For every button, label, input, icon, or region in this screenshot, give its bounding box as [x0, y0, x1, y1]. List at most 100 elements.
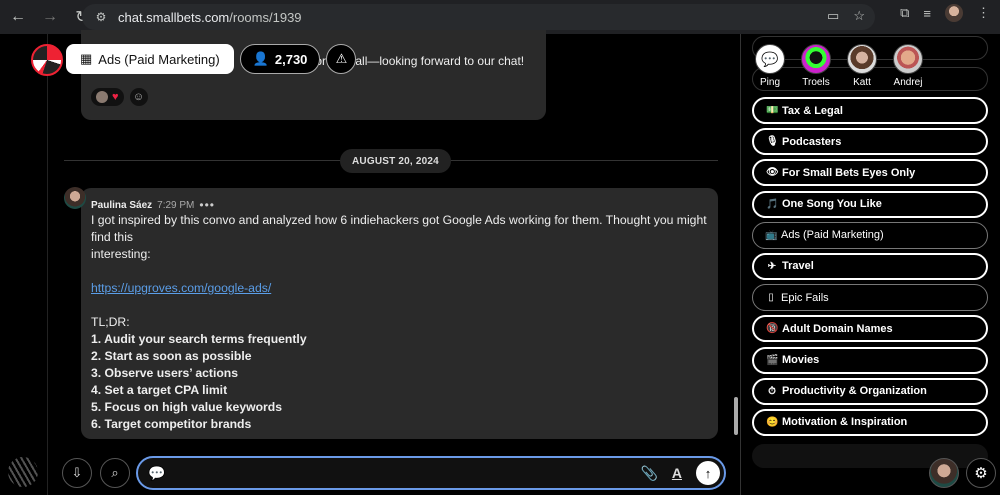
tldr-item: 3. Observe users’ actions	[91, 366, 239, 380]
tldr-item: 5. Focus on high value keywords	[91, 400, 282, 414]
heart-reaction[interactable]: ♥	[91, 88, 124, 106]
message-body: I got inspired by this convo and analyze…	[91, 212, 711, 433]
sidebar-item-eyes-only[interactable]: 👁 For Small Bets Eyes Only	[752, 159, 988, 187]
avatar	[801, 44, 831, 74]
add-reaction-icon[interactable]: ☺	[129, 88, 148, 106]
room-label: For Small Bets Eyes Only	[782, 166, 916, 179]
sidebar-item-tax-legal[interactable]: 💵 Tax & Legal	[752, 97, 988, 124]
room-label: Ads (Paid Marketing)	[781, 229, 884, 242]
ping-icon: 💬	[755, 44, 785, 74]
avatar	[847, 44, 877, 74]
room-name-pill[interactable]: ▦ Ads (Paid Marketing)	[66, 44, 234, 74]
install-app-icon[interactable]: ▭	[827, 8, 839, 24]
room-label: Adult Domain Names	[782, 322, 893, 335]
sidebar-item-adult-domains[interactable]: 🔞 Adult Domain Names	[752, 315, 988, 343]
chat-main: nk for the call—looking forward to our c…	[31, 30, 740, 495]
member-count-pill[interactable]: 👤 2,730	[239, 44, 321, 74]
sidebar-item-productivity[interactable]: ⏱ Productivity & Organization	[752, 377, 988, 405]
person-name: Andrej	[893, 77, 923, 88]
sidebar-item-podcasters[interactable]: 🎙 Podcasters	[752, 128, 988, 156]
money-icon: 💵	[766, 105, 779, 116]
smile-icon: 😊	[766, 416, 779, 428]
media-controls-icon[interactable]: ≡	[923, 6, 931, 21]
people-bar: 💬 Ping Troels Katt Andrej	[754, 44, 924, 88]
sidebar-item-ads[interactable]: 📺 Ads (Paid Marketing)	[752, 221, 988, 249]
sidebar-item-travel[interactable]: ✈ Travel	[752, 252, 988, 280]
message-line: TL;DR:	[91, 315, 130, 329]
room-name: Ads (Paid Marketing)	[98, 51, 220, 67]
search-button[interactable]: ⌕	[100, 458, 130, 488]
placeholder-glyph-icon: ▯	[768, 292, 774, 304]
music-icon: 🎵	[766, 198, 779, 210]
airplane-icon: ✈	[767, 260, 777, 272]
date-separator: AUGUST 20, 2024	[340, 149, 451, 173]
my-profile-avatar[interactable]	[929, 458, 959, 488]
message-input[interactable]	[173, 465, 641, 481]
sidebar-item-one-song[interactable]: 🎵 One Song You Like	[752, 190, 988, 218]
person-ping[interactable]: 💬 Ping	[754, 44, 786, 88]
forward-icon[interactable]: →	[36, 3, 64, 31]
message-link[interactable]: https://upgroves.com/google-ads/	[91, 281, 271, 295]
extensions-icon[interactable]: ⧉	[900, 5, 909, 21]
inbox-button[interactable]: ⇩	[62, 458, 92, 488]
message-card: Paulina Sáez 7:29 PM ••• I got inspired …	[64, 187, 718, 439]
message-line: I got inspired by this convo and analyze…	[91, 213, 707, 244]
no-under-18-icon: 🔞	[766, 323, 779, 335]
person-katt[interactable]: Katt	[846, 44, 878, 88]
member-count: 2,730	[274, 51, 308, 67]
url-text[interactable]: chat.smallbets.com/rooms/1939	[118, 10, 302, 25]
browser-toolbar: ← → ↻ ⚙ chat.smallbets.com/rooms/1939 ▭ …	[0, 0, 1000, 34]
reactor-avatar	[96, 91, 108, 103]
author-avatar[interactable]	[64, 187, 86, 209]
notification-settings-button[interactable]: ⚠	[326, 44, 357, 74]
attachment-icon[interactable]: 📎	[640, 465, 657, 482]
chat-scrollbar[interactable]	[734, 397, 738, 435]
bookmark-star-icon[interactable]: ☆	[853, 8, 865, 24]
room-list: 💵 Tax & Legal 🎙 Podcasters 👁 For Small Bets…	[752, 97, 988, 440]
chat-bubble-icon: 💬	[148, 464, 166, 481]
eye-icon: 👁	[766, 167, 779, 179]
message-author[interactable]: Paulina Sáez	[91, 200, 152, 211]
person-troels[interactable]: Troels	[800, 44, 832, 88]
person-icon: 👤	[252, 51, 269, 66]
calendar-icon: ▦	[80, 51, 93, 66]
stopwatch-icon: ⏱	[768, 385, 776, 397]
back-icon[interactable]: ←	[4, 3, 32, 31]
search-icon: ⌕	[111, 465, 119, 480]
chat-app: nk for the call—looking forward to our c…	[0, 30, 1000, 495]
text-format-icon[interactable]: A	[672, 465, 682, 481]
composer: ⇩ ⌕ 💬 📎 A ↑	[62, 456, 726, 490]
sidebar-item-movies[interactable]: 🎬 Movies	[752, 346, 988, 374]
alert-triangle-icon: ⚠	[335, 51, 348, 66]
room-logo[interactable]	[31, 44, 63, 76]
inbox-icon: ⇩	[71, 465, 83, 480]
address-bar[interactable]: ⚙ chat.smallbets.com/rooms/1939 ▭ ☆	[82, 4, 875, 30]
room-label: Travel	[782, 260, 814, 273]
swirl-logo-icon	[8, 457, 38, 487]
tldr-item: 2. Start as soon as possible	[91, 349, 252, 363]
tldr-item: 1. Audit your search terms frequently	[91, 332, 307, 346]
person-andrej[interactable]: Andrej	[892, 44, 924, 88]
tldr-item: 4. Set a target CPA limit	[91, 383, 228, 397]
site-info-icon[interactable]: ⚙	[92, 8, 110, 26]
sidebar-item-epic-fails[interactable]: ▯ Epic Fails	[752, 284, 988, 312]
room-label: Movies	[782, 354, 820, 366]
more-options-icon[interactable]: •••	[199, 198, 215, 212]
room-label: Podcasters	[782, 135, 842, 148]
message-input-container: 💬 📎 A ↑	[136, 456, 726, 490]
reactions-bar: ♥ ☺	[91, 88, 148, 106]
message-time[interactable]: 7:29 PM	[157, 200, 194, 211]
browser-menu-icon[interactable]: ⋮	[977, 5, 990, 21]
heart-icon: ♥	[112, 91, 119, 103]
send-button[interactable]: ↑	[696, 461, 720, 485]
browser-profile-avatar[interactable]	[945, 4, 963, 22]
message-line: interesting:	[91, 247, 151, 261]
person-name: Ping	[759, 77, 780, 88]
sidebar-item-motivation[interactable]: 😊 Motivation & Inspiration	[752, 408, 988, 436]
clapperboard-icon: 🎬	[766, 354, 779, 366]
message-header: Paulina Sáez 7:29 PM •••	[91, 198, 215, 212]
avatar	[893, 44, 923, 74]
settings-gear-icon[interactable]: ⚙	[966, 458, 996, 488]
room-label: One Song You Like	[782, 198, 882, 211]
room-label: Productivity & Organization	[782, 385, 927, 398]
